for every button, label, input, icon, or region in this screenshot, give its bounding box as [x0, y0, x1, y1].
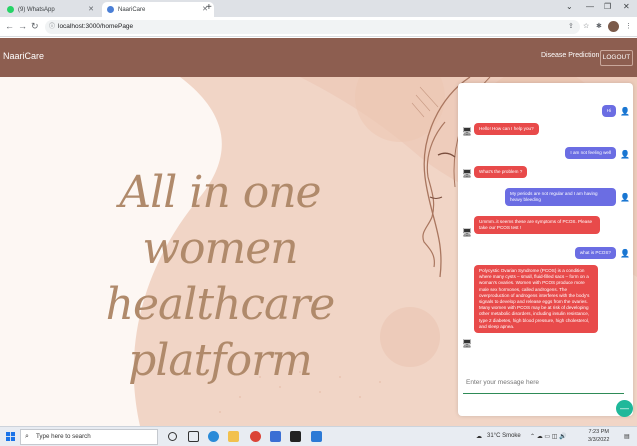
url-text: localhost:3000/homePage [58, 23, 134, 30]
bot-monitor-icon: 🖥 [462, 339, 473, 348]
search-icon: ⌕ [25, 433, 29, 440]
logout-button[interactable]: LOGOUT [600, 50, 633, 66]
mail-icon[interactable] [270, 431, 281, 442]
new-tab-icon[interactable]: + [206, 2, 212, 13]
avatar[interactable] [608, 21, 619, 32]
notifications-icon[interactable]: ▤ [624, 433, 630, 440]
bot-monitor-icon: 🖥 [462, 228, 473, 237]
bot-message: Polycystic Ovarian Syndrome (PCOS) is a … [474, 265, 598, 334]
more-menu-icon[interactable]: ⋮ [625, 22, 632, 30]
user-message: I am not feeling well [565, 147, 616, 160]
tab-naaricare[interactable]: NaariCare ✕ [102, 2, 214, 17]
windows-taskbar: ⌕ Type here to search ☁ 31°C Smoke ⌃ ☁ ▭… [0, 426, 637, 446]
bot-message: Hello! How can I help you? [474, 123, 539, 136]
weather-text[interactable]: 31°C Smoke [487, 433, 521, 439]
tab-label: NaariCare [118, 6, 146, 13]
close-window-icon[interactable]: ✕ [623, 2, 630, 11]
bot-message: What's the problem ? [474, 166, 528, 179]
extensions-icon[interactable]: ✱ [596, 22, 602, 30]
windows-start-icon[interactable] [6, 432, 15, 441]
naaricare-favicon-icon [107, 6, 114, 13]
tray-icons[interactable]: ⌃ ☁ ▭ ◫ 🔊 [530, 433, 567, 440]
chatbot-panel: Hi 👤 🖥 Hello! How can I help you? I am n… [458, 83, 633, 416]
chevron-down-icon[interactable]: ⌄ [566, 2, 573, 11]
weather-icon: ☁ [476, 434, 482, 440]
file-explorer-icon[interactable] [228, 431, 239, 442]
bot-message: Ummm..it seems these are symptoms of PCO… [474, 216, 600, 235]
bookmark-star-icon[interactable]: ☆ [583, 22, 589, 30]
disease-prediction-link[interactable]: Disease Prediction [541, 52, 599, 59]
cortana-icon[interactable] [168, 432, 177, 441]
chat-message-input[interactable] [463, 372, 624, 394]
brand-logo[interactable]: NaariCare [3, 51, 44, 61]
user-message: My periods are not regular and I am havi… [505, 188, 616, 207]
tab-whatsapp[interactable]: (9) WhatsApp ✕ [2, 2, 100, 17]
tab-label: (9) WhatsApp [18, 6, 55, 13]
address-bar-row: ← → ↻ ⓘ localhost:3000/homePage ⇪ ☆ ✱ ⋮ [0, 17, 637, 37]
taskbar-search-input[interactable]: ⌕ Type here to search [20, 429, 158, 445]
user-message: what is PCOS? [574, 247, 616, 260]
info-icon: ⓘ [49, 24, 56, 30]
user-icon: 👤 [620, 107, 630, 116]
hero-title-line2: healthcare platform [105, 279, 336, 386]
clock-time: 7:23 PM [588, 429, 609, 435]
user-message: Hi [601, 105, 616, 118]
edge-browser-icon[interactable] [208, 431, 219, 442]
close-icon[interactable]: ✕ [88, 5, 94, 13]
app-navbar: NaariCare Disease Prediction LOGOUT [0, 38, 637, 77]
bot-monitor-icon: 🖥 [462, 127, 473, 136]
user-icon: 👤 [620, 193, 630, 202]
vscode-icon[interactable] [311, 431, 322, 442]
maximize-icon[interactable]: ❐ [604, 2, 611, 11]
taskbar-search-placeholder: Type here to search [36, 433, 91, 440]
reload-icon[interactable]: ↻ [31, 21, 39, 32]
forward-icon[interactable]: → [18, 21, 27, 31]
user-icon: 👤 [620, 150, 630, 159]
chrome-icon[interactable] [250, 431, 261, 442]
taskbar-clock[interactable]: 7:23 PM 3/3/2022 [588, 428, 609, 444]
bot-monitor-icon: 🖥 [462, 169, 473, 178]
terminal-icon[interactable] [290, 431, 301, 442]
whatsapp-icon [7, 6, 14, 13]
share-icon[interactable]: ⇪ [568, 22, 574, 30]
clock-date: 3/3/2022 [588, 437, 610, 443]
browser-tab-bar: (9) WhatsApp ✕ NaariCare ✕ + ⌄ — ❐ ✕ [0, 0, 637, 17]
hero-title: All in one women healthcare platform [40, 165, 400, 389]
user-icon: 👤 [620, 249, 630, 258]
chat-toggle-button[interactable]: — [616, 400, 633, 417]
hero-title-line1: All in one women [119, 167, 321, 274]
url-field[interactable]: ⓘ localhost:3000/homePage [45, 20, 580, 34]
minimize-icon[interactable]: — [586, 2, 594, 11]
back-icon[interactable]: ← [5, 21, 14, 31]
task-view-icon[interactable] [188, 431, 199, 442]
